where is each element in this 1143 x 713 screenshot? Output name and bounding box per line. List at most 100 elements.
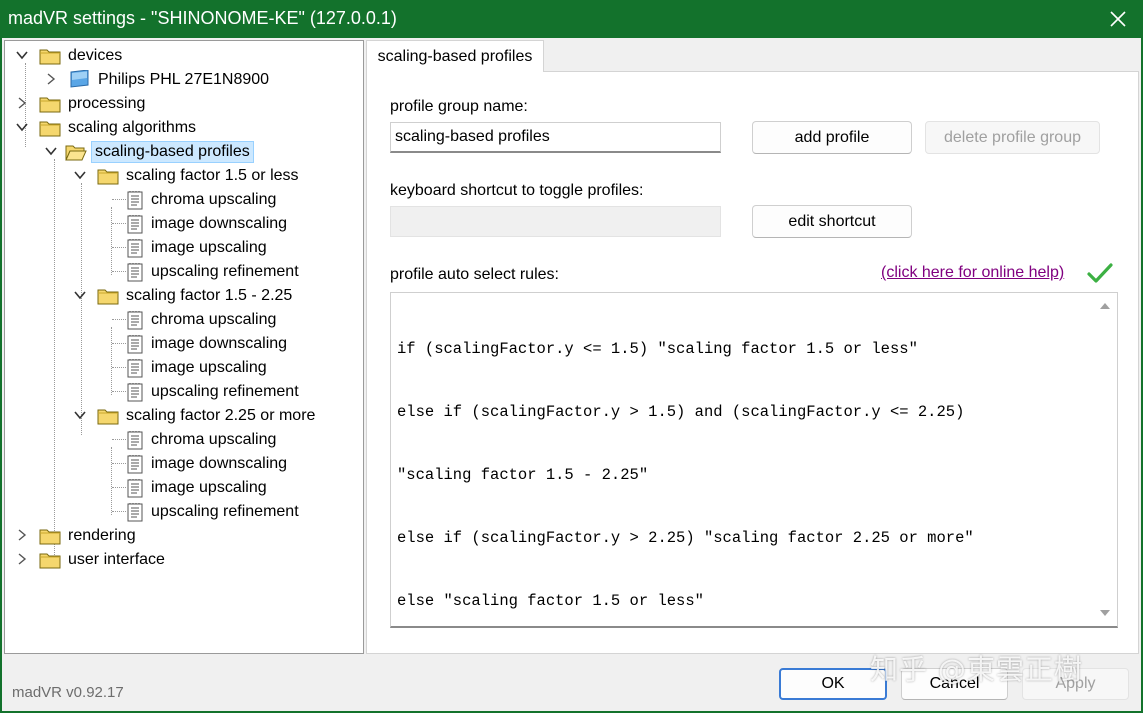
chevron-down-icon (73, 168, 87, 182)
chevron-down-icon (44, 144, 58, 158)
rules-line: else "scaling factor 1.5 or less" (397, 592, 704, 610)
tree-guide (112, 343, 126, 344)
rules-line: else if (scalingFactor.y > 1.5) and (sca… (397, 403, 965, 421)
chevron-right-icon (15, 552, 29, 566)
expand-toggle-scaling-profiles[interactable] (44, 144, 58, 158)
tree-item-chroma-upscaling[interactable]: chroma upscaling (126, 309, 279, 331)
chevron-right-icon (15, 96, 29, 110)
group-name-input[interactable]: scaling-based profiles (390, 122, 721, 153)
document-icon (126, 335, 144, 354)
tree-item-label: upscaling refinement (151, 263, 299, 280)
tree-item-processing[interactable]: processing (39, 93, 148, 115)
chevron-right-icon (44, 72, 58, 86)
tree-guide (81, 183, 82, 435)
tree-item-scaling-algorithms[interactable]: scaling algorithms (39, 117, 199, 139)
tree-guide (54, 159, 55, 563)
folder-icon (39, 527, 61, 545)
folder-icon (97, 287, 119, 305)
tree-guide (112, 247, 126, 248)
online-help-link[interactable]: (click here for online help) (881, 264, 1064, 282)
apply-button[interactable]: Apply (1022, 668, 1129, 700)
tree-item-label: scaling factor 2.25 or more (126, 407, 316, 424)
expand-toggle-devices[interactable] (15, 48, 29, 62)
tree-guide (112, 199, 126, 200)
tree-item-label: rendering (68, 527, 136, 544)
tree-item-label: scaling algorithms (68, 119, 197, 136)
tree-item-profile-group[interactable]: scaling factor 2.25 or more (97, 405, 318, 427)
expand-toggle-user-interface[interactable] (15, 552, 29, 566)
shortcut-label: keyboard shortcut to toggle profiles: (390, 182, 644, 199)
monitor-icon (70, 70, 89, 88)
rules-line: "scaling factor 1.5 - 2.25" (397, 466, 649, 484)
shortcut-input[interactable] (390, 206, 721, 237)
tree-guide (112, 271, 126, 272)
settings-tree[interactable]: devices Philips PHL 27E1N8900 processing… (4, 40, 364, 654)
tree-item-label: user interface (68, 551, 165, 568)
delete-profile-group-button[interactable]: delete profile group (925, 121, 1100, 154)
tree-item-chroma-upscaling[interactable]: chroma upscaling (126, 429, 279, 451)
tree-guide (111, 447, 112, 515)
tree-item-monitor[interactable]: Philips PHL 27E1N8900 (67, 69, 272, 91)
chevron-down-icon (15, 120, 29, 134)
tree-item-upscaling-refinement[interactable]: upscaling refinement (126, 501, 302, 523)
edit-shortcut-button[interactable]: edit shortcut (752, 205, 912, 238)
folder-icon (97, 407, 119, 425)
tree-item-label: chroma upscaling (151, 311, 277, 328)
tree-item-image-upscaling[interactable]: image upscaling (126, 477, 270, 499)
tree-item-image-upscaling[interactable]: image upscaling (126, 237, 270, 259)
rules-textarea[interactable]: if (scalingFactor.y <= 1.5) "scaling fac… (390, 292, 1118, 628)
tree-item-chroma-upscaling[interactable]: chroma upscaling (126, 189, 279, 211)
expand-toggle-scaling-algorithms[interactable] (15, 120, 29, 134)
cancel-button[interactable]: Cancel (901, 668, 1008, 700)
rules-text: if (scalingFactor.y <= 1.5) "scaling fac… (397, 297, 974, 654)
tree-item-image-downscaling[interactable]: image downscaling (126, 453, 290, 475)
tree-item-upscaling-refinement[interactable]: upscaling refinement (126, 261, 302, 283)
tree-item-image-upscaling[interactable]: image upscaling (126, 357, 270, 379)
tree-item-label: image downscaling (151, 335, 288, 352)
tree-item-label: scaling-based profiles (91, 141, 254, 163)
tree-guide (111, 207, 112, 275)
scroll-down-arrow-icon[interactable] (1099, 608, 1111, 618)
tree-item-label: image downscaling (151, 455, 288, 472)
tree-item-label: scaling factor 1.5 or less (126, 167, 299, 184)
expand-toggle-group[interactable] (73, 168, 87, 182)
group-name-label: profile group name: (390, 98, 528, 115)
tree-item-image-downscaling[interactable]: image downscaling (126, 213, 290, 235)
tree-item-label: image upscaling (151, 239, 267, 256)
version-label: madVR v0.92.17 (12, 684, 124, 701)
tree-item-user-interface[interactable]: user interface (39, 549, 168, 571)
document-icon (126, 479, 144, 498)
tree-item-upscaling-refinement[interactable]: upscaling refinement (126, 381, 302, 403)
expand-toggle-group[interactable] (73, 408, 87, 422)
add-profile-button[interactable]: add profile (752, 121, 912, 154)
expand-toggle-monitor[interactable] (44, 72, 58, 86)
scroll-up-arrow-icon[interactable] (1099, 301, 1111, 311)
folder-icon (39, 551, 61, 569)
chevron-right-icon (15, 528, 29, 542)
expand-toggle-group[interactable] (73, 288, 87, 302)
tree-item-label: upscaling refinement (151, 383, 299, 400)
document-icon (126, 215, 144, 234)
tree-item-label: processing (68, 95, 146, 112)
tree-item-profile-group[interactable]: scaling factor 1.5 - 2.25 (97, 285, 295, 307)
tree-guide (112, 391, 126, 392)
ok-button[interactable]: OK (779, 668, 887, 700)
tree-item-scaling-profiles[interactable]: scaling-based profiles (65, 141, 254, 163)
tree-item-label: chroma upscaling (151, 431, 277, 448)
document-icon (126, 263, 144, 282)
folder-icon (39, 95, 61, 113)
tree-item-rendering[interactable]: rendering (39, 525, 139, 547)
tree-guide (112, 487, 126, 488)
tree-item-image-downscaling[interactable]: image downscaling (126, 333, 290, 355)
tree-item-devices[interactable]: devices (39, 45, 125, 67)
tree-guide (111, 327, 112, 395)
expand-toggle-processing[interactable] (15, 96, 29, 110)
document-icon (126, 359, 144, 378)
document-icon (126, 455, 144, 474)
tab-scaling-profiles[interactable]: scaling-based profiles (366, 40, 544, 72)
window-title: madVR settings - "SHINONOME-KE" (127.0.0… (8, 8, 397, 28)
tree-item-profile-group[interactable]: scaling factor 1.5 or less (97, 165, 302, 187)
close-button[interactable] (1093, 0, 1143, 38)
expand-toggle-rendering[interactable] (15, 528, 29, 542)
chevron-down-icon (73, 288, 87, 302)
